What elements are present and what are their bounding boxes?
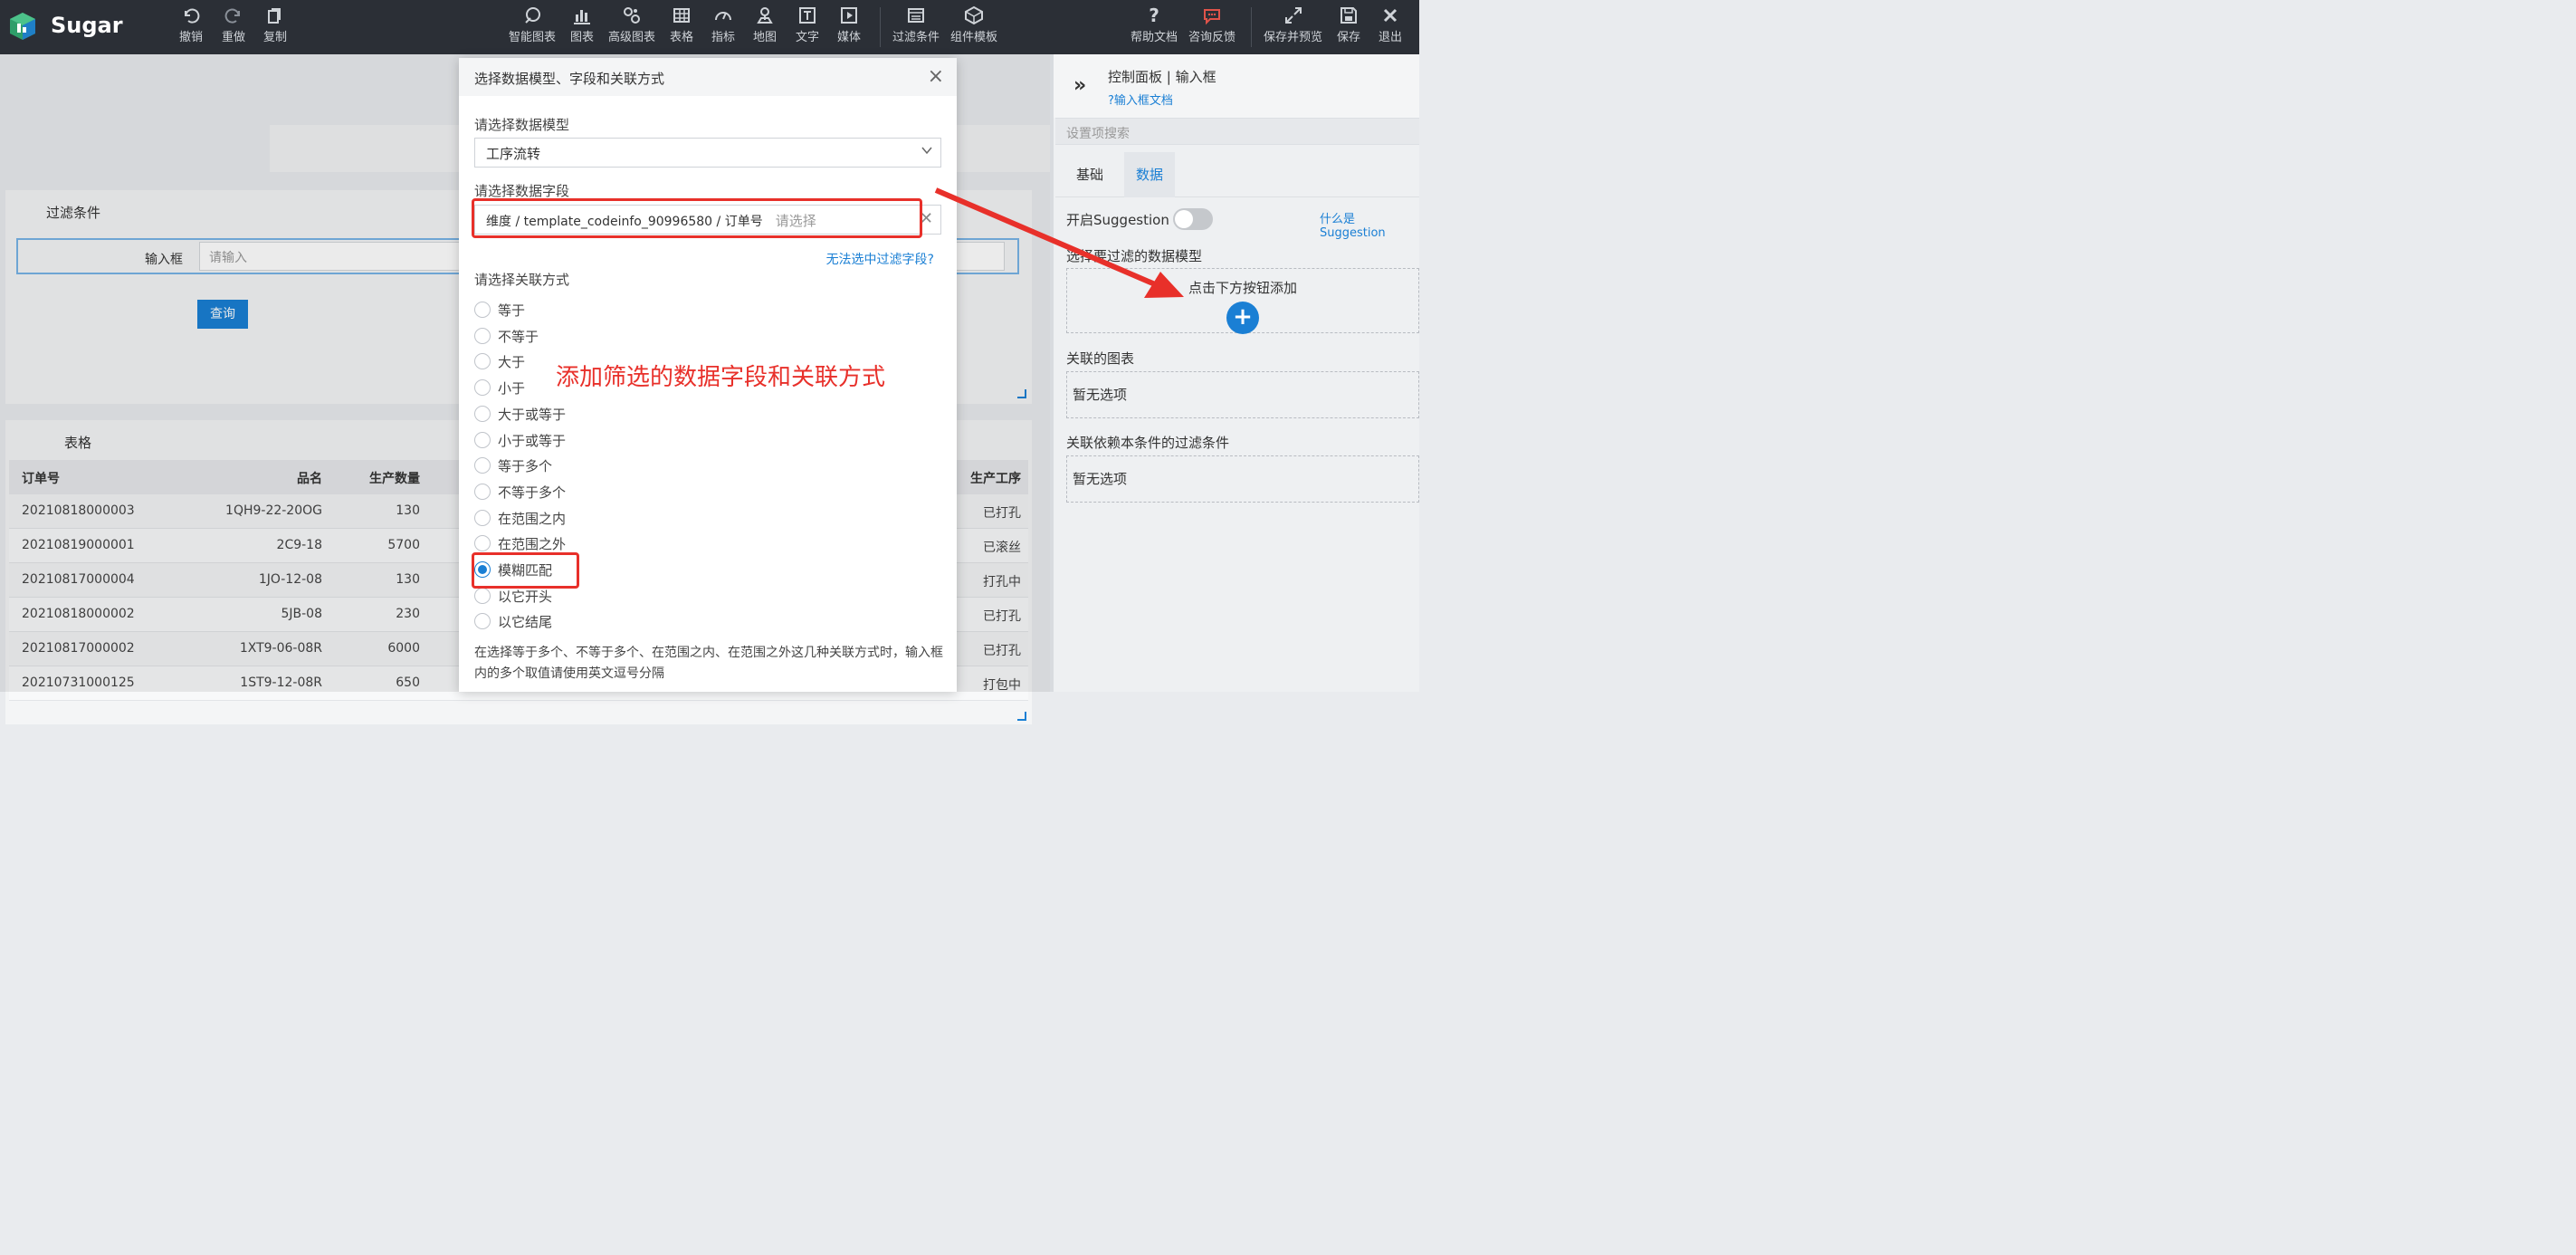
table-icon bbox=[673, 8, 690, 23]
input-doc-link[interactable]: ?输入框文档 bbox=[1108, 91, 1173, 108]
field-label: 请选择数据字段 bbox=[474, 183, 570, 199]
radio-button[interactable] bbox=[474, 457, 491, 474]
resize-handle[interactable] bbox=[1017, 712, 1026, 721]
copy-button[interactable]: 复制 bbox=[263, 5, 287, 44]
redo-button[interactable]: 重做 bbox=[222, 5, 245, 44]
add-model-button[interactable]: + bbox=[1226, 302, 1259, 334]
app-name: Sugar bbox=[51, 13, 123, 38]
smart-chart-button[interactable]: 智能图表 bbox=[509, 5, 556, 44]
dependent-filters-label: 关联依赖本条件的过滤条件 bbox=[1066, 435, 1230, 451]
linked-charts-box: 暂无选项 bbox=[1066, 371, 1419, 418]
field-highlight-box bbox=[472, 198, 922, 238]
save-button[interactable]: 保存 bbox=[1337, 5, 1360, 44]
settings-search-input[interactable]: 设置项搜索 bbox=[1055, 118, 1419, 145]
filter-icon bbox=[908, 8, 924, 23]
settings-panel-title: 控制面板 | 输入框 bbox=[1108, 69, 1216, 85]
redo-icon bbox=[224, 8, 240, 24]
toolbar-divider bbox=[1251, 7, 1252, 47]
expand-icon bbox=[1284, 7, 1302, 24]
radio-button[interactable] bbox=[474, 535, 491, 552]
radio-button[interactable] bbox=[474, 483, 491, 500]
radio-button[interactable] bbox=[474, 509, 491, 526]
smart-chart-icon bbox=[525, 7, 540, 24]
copy-icon bbox=[268, 8, 281, 24]
media-button[interactable]: 媒体 bbox=[837, 5, 861, 44]
relation-label: 请选择关联方式 bbox=[474, 272, 570, 288]
undo-icon bbox=[185, 8, 200, 24]
settings-panel-header: » 控制面板 | 输入框 ?输入框文档 bbox=[1054, 54, 1419, 118]
sugar-logo-icon bbox=[10, 13, 35, 40]
svg-text:?: ? bbox=[1149, 5, 1159, 25]
relation-option-label: 等于 bbox=[498, 302, 526, 319]
radio-button[interactable] bbox=[474, 353, 491, 370]
relation-option-label: 小于 bbox=[498, 380, 526, 398]
indicator-button[interactable]: 指标 bbox=[711, 5, 735, 44]
close-icon bbox=[1383, 8, 1398, 23]
radio-button[interactable] bbox=[474, 302, 491, 318]
relation-option-label: 小于或等于 bbox=[498, 432, 567, 449]
feedback-button[interactable]: 咨询反馈 bbox=[1188, 5, 1236, 44]
toolbar-divider bbox=[880, 7, 881, 47]
dialog-title: 选择数据模型、字段和关联方式 bbox=[474, 71, 665, 87]
component-template-button[interactable]: 组件模板 bbox=[950, 5, 997, 44]
table-button[interactable]: 表格 bbox=[670, 5, 693, 44]
save-icon bbox=[1340, 7, 1357, 24]
relation-option-label: 以它结尾 bbox=[498, 614, 553, 631]
radio-button[interactable] bbox=[474, 327, 491, 344]
undo-button[interactable]: 撤销 bbox=[179, 5, 203, 44]
dependent-filters-empty: 暂无选项 bbox=[1073, 471, 1128, 487]
chat-icon bbox=[1204, 9, 1220, 25]
relation-option-label: 不等于 bbox=[498, 328, 539, 345]
dependent-filters-box: 暂无选项 bbox=[1066, 455, 1419, 503]
top-toolbar: Sugar 撤销 重做 复制 智能图表 图表 高级图表 表格 指标 地图 文字 bbox=[0, 0, 1419, 54]
collapse-chevron-icon[interactable]: » bbox=[1073, 74, 1086, 97]
radio-button[interactable] bbox=[474, 431, 491, 448]
settings-panel: » 控制面板 | 输入框 ?输入框文档 设置项搜索 基础 数据 开启Sugges… bbox=[1050, 54, 1419, 692]
relation-option-label: 大于 bbox=[498, 354, 526, 371]
exit-button[interactable]: 退出 bbox=[1379, 5, 1402, 44]
map-button[interactable]: 地图 bbox=[753, 5, 777, 44]
model-select-value: 工序流转 bbox=[486, 146, 541, 162]
gauge-icon bbox=[715, 12, 731, 21]
annotation-text: 添加筛选的数据字段和关联方式 bbox=[556, 364, 886, 391]
filter-condition-button[interactable]: 过滤条件 bbox=[892, 5, 940, 44]
chart-button[interactable]: 图表 bbox=[570, 5, 594, 44]
radio-button[interactable] bbox=[474, 405, 491, 422]
radio-button[interactable] bbox=[474, 587, 491, 604]
relation-option-label: 等于多个 bbox=[498, 458, 553, 475]
cant-select-field-link[interactable]: 无法选中过滤字段? bbox=[826, 250, 934, 268]
relation-option-label: 大于或等于 bbox=[498, 406, 567, 423]
annotation-arrow-icon bbox=[934, 187, 1184, 298]
relation-note: 在选择等于多个、不等于多个、在范围之内、在范围之外这几种关联方式时，输入框内的多… bbox=[474, 646, 943, 681]
radio-button[interactable] bbox=[474, 379, 491, 397]
linked-charts-empty: 暂无选项 bbox=[1073, 387, 1128, 403]
radio-button[interactable] bbox=[474, 613, 491, 630]
relation-highlight-box bbox=[472, 552, 579, 589]
text-button[interactable]: 文字 bbox=[796, 5, 819, 44]
advanced-chart-icon bbox=[624, 7, 640, 24]
media-icon bbox=[841, 7, 857, 24]
help-doc-button[interactable]: ? 帮助文档 bbox=[1131, 5, 1178, 44]
model-select[interactable]: 工序流转 bbox=[474, 138, 941, 168]
bar-chart-icon bbox=[574, 10, 590, 24]
template-icon bbox=[965, 5, 983, 25]
save-preview-button[interactable]: 保存并预览 bbox=[1264, 5, 1322, 44]
relation-option-label: 在范围之外 bbox=[498, 536, 567, 553]
dialog-header: 选择数据模型、字段和关联方式 × bbox=[459, 58, 957, 96]
relation-option-label: 在范围之内 bbox=[498, 510, 567, 527]
relation-option-label: 不等于多个 bbox=[498, 484, 567, 501]
map-pin-icon bbox=[757, 7, 773, 24]
relation-option-label: 以它开头 bbox=[498, 588, 553, 605]
chevron-down-icon bbox=[921, 147, 932, 155]
model-label: 请选择数据模型 bbox=[474, 117, 570, 133]
linked-charts-label: 关联的图表 bbox=[1066, 350, 1135, 367]
suggestion-help-link[interactable]: 什么是Suggestion bbox=[1320, 209, 1419, 240]
dialog-close-icon[interactable]: × bbox=[928, 65, 944, 88]
text-icon bbox=[799, 7, 816, 24]
advanced-chart-button[interactable]: 高级图表 bbox=[608, 5, 655, 44]
help-icon: ? bbox=[1149, 5, 1159, 25]
